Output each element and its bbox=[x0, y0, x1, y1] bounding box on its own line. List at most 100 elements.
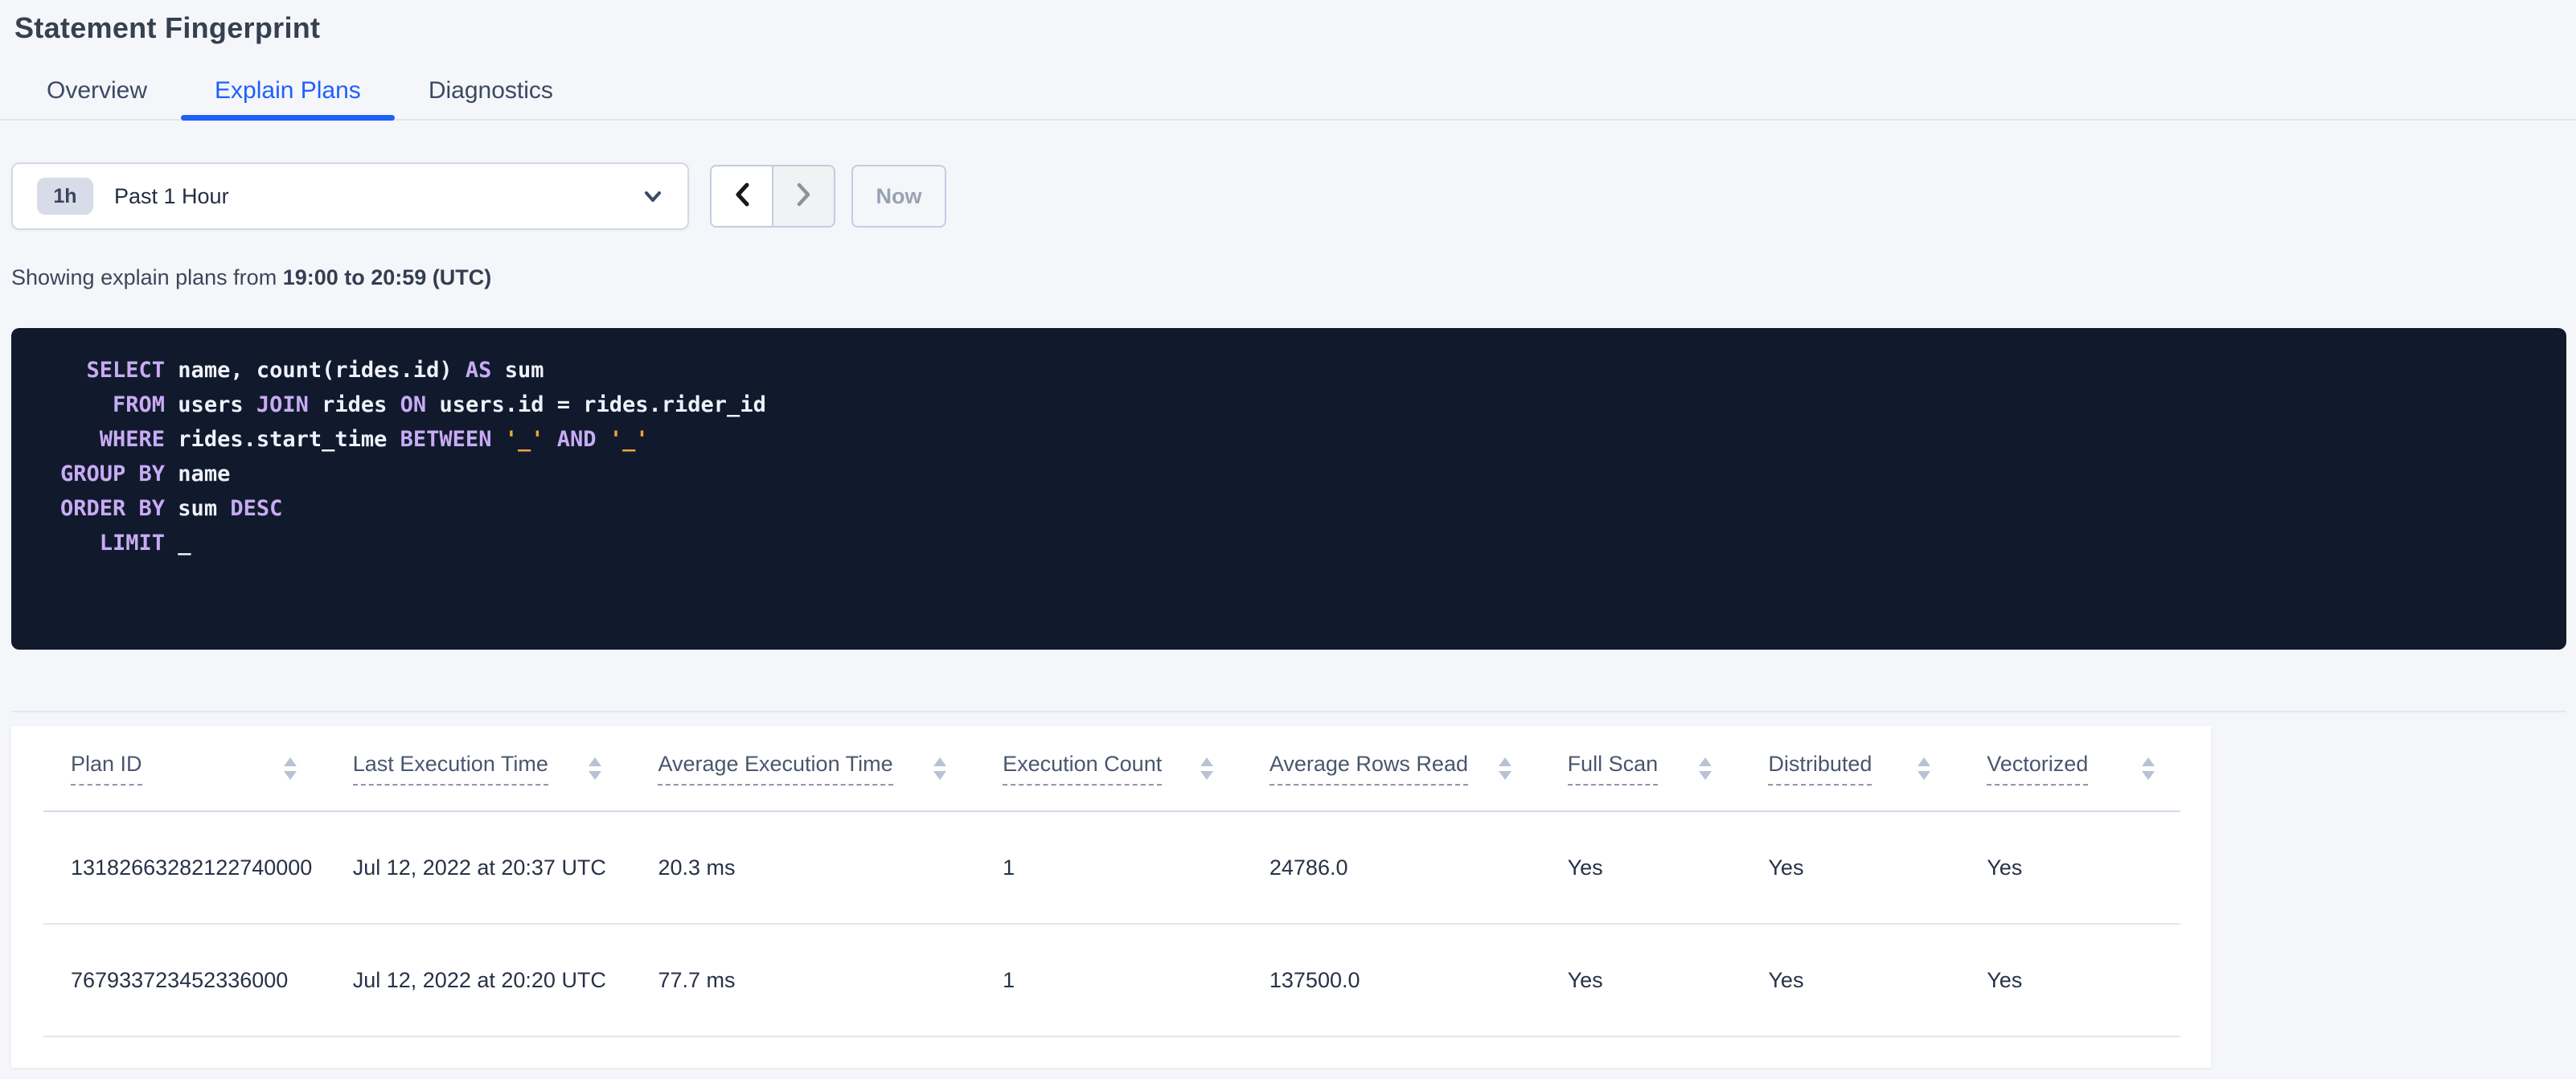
column-label: Last Execution Time bbox=[352, 752, 548, 786]
sql-token-kw: ON bbox=[400, 392, 427, 417]
tab-bar: Overview Explain Plans Diagnostics bbox=[0, 66, 2576, 121]
sql-token-id: rides bbox=[308, 392, 400, 417]
sort-asc-arrow bbox=[283, 757, 297, 766]
table-cell-plan-id: 767933723452336000 bbox=[71, 967, 289, 992]
sort-arrows-icon[interactable] bbox=[283, 757, 297, 780]
sort-arrows-icon[interactable] bbox=[1200, 757, 1213, 780]
sort-desc-arrow bbox=[589, 770, 602, 780]
time-range-controls: 1h Past 1 Hour Now bbox=[11, 162, 2576, 230]
header-cell-average-rows-read[interactable]: Average Rows Read bbox=[1269, 752, 1568, 786]
column-label: Full Scan bbox=[1567, 752, 1659, 786]
column-label: Average Rows Read bbox=[1269, 752, 1468, 786]
sort-arrows-icon[interactable] bbox=[589, 757, 602, 780]
column-label: Plan ID bbox=[71, 752, 142, 786]
sql-token-id: name bbox=[165, 462, 231, 486]
table-row: 767933723452336000 Jul 12, 2022 at 20:20 … bbox=[11, 925, 2211, 1036]
sql-statement: SELECT name, count(rides.id) AS sum FROM… bbox=[11, 328, 2566, 650]
divider bbox=[11, 711, 2566, 712]
plans-table-card: Plan ID Last Execution Time Average Execut… bbox=[11, 726, 2211, 1068]
sql-token-id: users bbox=[165, 392, 256, 417]
table-cell-execution-count: 1 bbox=[1003, 855, 1015, 880]
sql-token-id bbox=[597, 427, 609, 452]
column-label: Average Execution Time bbox=[658, 752, 893, 786]
sort-desc-arrow bbox=[283, 770, 297, 780]
sql-line: GROUP BY name bbox=[60, 457, 2542, 491]
sql-token-id bbox=[544, 427, 557, 452]
tab-explain-plans[interactable]: Explain Plans bbox=[181, 66, 395, 121]
sql-token-id: rides.start_time bbox=[165, 427, 400, 452]
table-cell-vectorized: Yes bbox=[1987, 967, 2023, 992]
sql-line: FROM users JOIN rides ON users.id = ride… bbox=[60, 388, 2542, 422]
sort-arrows-icon[interactable] bbox=[1498, 757, 1512, 780]
time-range-dropdown[interactable]: 1h Past 1 Hour bbox=[11, 162, 689, 230]
sort-arrows-icon[interactable] bbox=[2142, 757, 2155, 780]
sql-token-id bbox=[491, 427, 504, 452]
sql-token-id: _ bbox=[165, 531, 191, 556]
table-cell-average-execution-time: 77.7 ms bbox=[658, 967, 736, 992]
header-cell-plan-id[interactable]: Plan ID bbox=[71, 752, 353, 786]
tab-overview[interactable]: Overview bbox=[13, 66, 181, 119]
tab-diagnostics[interactable]: Diagnostics bbox=[395, 66, 587, 119]
table-cell-full-scan: Yes bbox=[1567, 967, 1603, 992]
sql-token-kw: AND bbox=[556, 427, 597, 452]
sql-token-kw: SELECT bbox=[60, 358, 166, 383]
divider bbox=[43, 1036, 2180, 1037]
sort-arrows-icon[interactable] bbox=[1699, 757, 1713, 780]
chevron-right-icon bbox=[794, 180, 814, 213]
sql-token-kw: LIMIT bbox=[60, 531, 166, 556]
page-title: Statement Fingerprint bbox=[14, 11, 321, 44]
now-button[interactable]: Now bbox=[851, 165, 946, 228]
next-time-button[interactable] bbox=[772, 166, 834, 226]
statement-fingerprint-page: Statement Fingerprint Overview Explain Pl… bbox=[0, 0, 2576, 1079]
prev-time-button[interactable] bbox=[712, 166, 772, 226]
header-cell-last-execution-time[interactable]: Last Execution Time bbox=[352, 752, 658, 786]
sql-token-kw: FROM bbox=[60, 392, 166, 417]
table-cell-vectorized: Yes bbox=[1987, 855, 2023, 880]
sql-token-id: name, count(rides.id) bbox=[165, 358, 466, 383]
time-step-button-group bbox=[710, 165, 835, 228]
sort-desc-arrow bbox=[1699, 770, 1713, 780]
time-range-label: Past 1 Hour bbox=[114, 183, 229, 208]
sql-token-id: users.id = rides.rider_id bbox=[426, 392, 766, 417]
sort-asc-arrow bbox=[933, 757, 947, 766]
sort-desc-arrow bbox=[1200, 770, 1213, 780]
plans-table-body: 13182663282122740000 Jul 12, 2022 at 20:3… bbox=[11, 810, 2211, 1037]
sql-token-id: sum bbox=[491, 358, 544, 383]
sort-asc-arrow bbox=[1918, 757, 1931, 766]
sort-arrows-icon[interactable] bbox=[933, 757, 947, 780]
sort-desc-arrow bbox=[1498, 770, 1512, 780]
sort-asc-arrow bbox=[1200, 757, 1213, 766]
sql-token-kw: DESC bbox=[230, 496, 283, 521]
summary-text: Showing explain plans from 19:00 to 20:5… bbox=[11, 264, 2576, 291]
header-cell-distributed[interactable]: Distributed bbox=[1768, 752, 1987, 786]
column-label: Vectorized bbox=[1987, 752, 2089, 786]
chevron-down-icon bbox=[641, 184, 665, 208]
sql-line: WHERE rides.start_time BETWEEN '_' AND '… bbox=[60, 422, 2542, 457]
sort-desc-arrow bbox=[933, 770, 947, 780]
sql-token-kw: JOIN bbox=[256, 392, 309, 417]
table-cell-average-execution-time: 20.3 ms bbox=[658, 855, 736, 880]
sql-line: ORDER BY sum DESC bbox=[60, 491, 2542, 526]
header-cell-execution-count[interactable]: Execution Count bbox=[1003, 752, 1270, 786]
table-cell-last-execution-time: Jul 12, 2022 at 20:37 UTC bbox=[352, 855, 606, 880]
sort-asc-arrow bbox=[1699, 757, 1713, 766]
sort-asc-arrow bbox=[1498, 757, 1512, 766]
table-cell-average-rows-read: 137500.0 bbox=[1269, 967, 1360, 992]
sort-arrows-icon[interactable] bbox=[1918, 757, 1931, 780]
table-row: 13182663282122740000 Jul 12, 2022 at 20:3… bbox=[11, 812, 2211, 923]
chevron-left-icon bbox=[732, 180, 753, 213]
sql-token-lit: '_' bbox=[609, 427, 649, 452]
sql-line: SELECT name, count(rides.id) AS sum bbox=[60, 353, 2542, 388]
table-cell-execution-count: 1 bbox=[1003, 967, 1015, 992]
header-cell-average-execution-time[interactable]: Average Execution Time bbox=[658, 752, 1003, 786]
column-label: Execution Count bbox=[1003, 752, 1163, 786]
header-cell-full-scan[interactable]: Full Scan bbox=[1567, 752, 1769, 786]
table-cell-distributed: Yes bbox=[1768, 967, 1804, 992]
sort-asc-arrow bbox=[589, 757, 602, 766]
sort-desc-arrow bbox=[2142, 770, 2155, 780]
sql-token-id: sum bbox=[165, 496, 231, 521]
header-cell-vectorized[interactable]: Vectorized bbox=[1987, 752, 2211, 786]
sql-token-kw: WHERE bbox=[60, 427, 166, 452]
sql-token-kw: BETWEEN bbox=[400, 427, 492, 452]
sort-asc-arrow bbox=[2142, 757, 2155, 766]
